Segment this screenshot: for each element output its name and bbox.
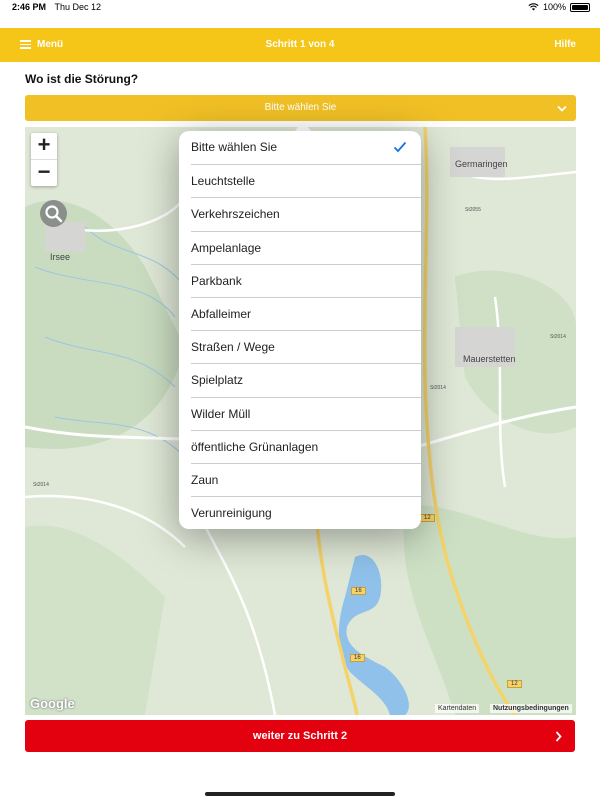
help-button[interactable]: Hilfe: [554, 39, 576, 50]
status-right: 100%: [528, 2, 590, 12]
route-shield: 16: [350, 654, 365, 662]
road-label: St2014: [33, 482, 49, 488]
question-heading: Wo ist die Störung?: [25, 72, 139, 86]
map-label-germaringen: Germaringen: [455, 159, 508, 169]
route-shield: 12: [507, 680, 522, 688]
road-label: St2014: [430, 385, 446, 391]
category-dropdown: Bitte wählen Sie Leuchtstelle Verkehrsze…: [179, 131, 421, 529]
status-date: Thu Dec 12: [54, 2, 102, 12]
category-select[interactable]: Bitte wählen Sie: [25, 95, 576, 121]
map-search-button[interactable]: [40, 200, 67, 227]
status-time-date: 2:46 PM Thu Dec 12: [12, 2, 101, 12]
zoom-controls: + −: [31, 133, 57, 186]
map-terms-link[interactable]: Nutzungsbedingungen: [490, 704, 572, 713]
page-title: Schritt 1 von 4: [265, 39, 335, 50]
dropdown-option[interactable]: Verunreinigung: [191, 496, 421, 529]
dropdown-option[interactable]: Spielplatz: [191, 363, 421, 396]
status-time: 2:46 PM: [12, 2, 47, 12]
search-icon: [45, 205, 63, 223]
map-label-irsee: Irsee: [50, 252, 71, 262]
status-bar: 2:46 PM Thu Dec 12 100%: [0, 0, 600, 28]
dropdown-option[interactable]: Straßen / Wege: [191, 330, 421, 363]
checkmark-icon: [393, 141, 407, 153]
home-indicator: [205, 792, 395, 796]
dropdown-option[interactable]: Leuchtstelle: [191, 164, 421, 197]
category-select-value: Bitte wählen Sie: [264, 102, 337, 113]
route-shield: 16: [351, 587, 366, 595]
dropdown-option[interactable]: Abfalleimer: [191, 296, 421, 330]
next-step-label: weiter zu Schritt 2: [252, 730, 348, 742]
dropdown-option[interactable]: Zaun: [191, 462, 421, 496]
next-step-button[interactable]: weiter zu Schritt 2: [25, 720, 575, 752]
top-bar: Menü Schritt 1 von 4 Hilfe: [0, 28, 600, 62]
road-label: St2014: [550, 334, 566, 340]
zoom-out-button[interactable]: −: [31, 159, 57, 185]
dropdown-option[interactable]: Bitte wählen Sie: [179, 131, 421, 164]
battery-percent: 100%: [542, 2, 566, 12]
map-label-mauerstetten: Mauerstetten: [463, 354, 516, 364]
route-shield: 12: [420, 514, 435, 522]
zoom-in-button[interactable]: +: [31, 133, 57, 159]
wifi-icon: [528, 3, 539, 11]
map-data-attribution[interactable]: Kartendaten: [435, 704, 480, 713]
dropdown-option[interactable]: öffentliche Grünanlagen: [191, 429, 421, 463]
google-logo: Google: [30, 696, 75, 711]
dropdown-option[interactable]: Wilder Müll: [191, 396, 421, 430]
dropdown-option[interactable]: Verkehrszeichen: [191, 197, 421, 230]
chevron-down-icon: [556, 95, 568, 121]
chevron-right-icon: [553, 720, 563, 752]
dropdown-option[interactable]: Parkbank: [191, 263, 421, 297]
road-label: St2055: [465, 207, 481, 213]
popover-caret: [295, 121, 311, 131]
battery-icon: [570, 2, 590, 12]
dropdown-option[interactable]: Ampelanlage: [191, 230, 421, 264]
